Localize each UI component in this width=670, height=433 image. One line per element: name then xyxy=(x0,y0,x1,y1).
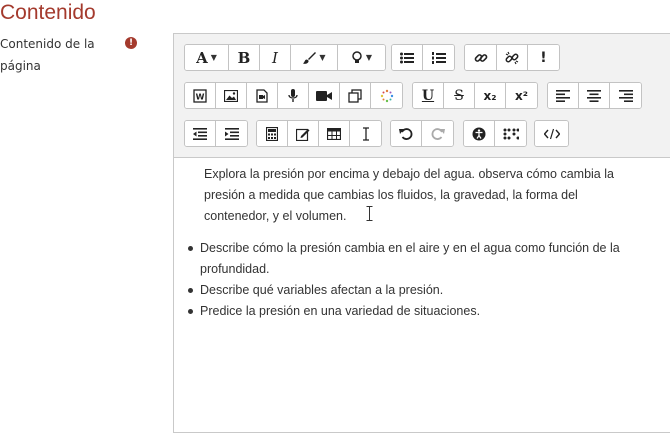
unlink-button[interactable] xyxy=(497,45,528,70)
editor-content-area[interactable]: Explora la presión por encima y debajo d… xyxy=(174,157,670,432)
chevron-down-icon: ▼ xyxy=(210,53,217,62)
toolbar-group-accessibility xyxy=(463,120,527,147)
numbered-list-icon xyxy=(431,51,446,64)
subscript-button[interactable]: x₂ xyxy=(475,83,506,108)
align-center-button[interactable] xyxy=(579,83,610,108)
italic-icon: I xyxy=(272,48,278,67)
record-audio-button[interactable] xyxy=(278,83,309,108)
unordered-list-button[interactable] xyxy=(392,45,423,70)
rich-text-editor: A ▼ B I ▼ ▼ ! W U S x₂ x² Explora la pre… xyxy=(173,33,670,433)
list-item: Describe cómo la presión cambia en el ai… xyxy=(188,238,658,280)
align-left-icon xyxy=(556,89,570,102)
exclamation-icon: ! xyxy=(540,49,547,66)
toolbar-group-history xyxy=(390,120,454,147)
content-bullet-list: Describe cómo la presión cambia en el ai… xyxy=(188,238,658,322)
html-source-button[interactable] xyxy=(535,121,568,146)
align-center-icon xyxy=(587,89,601,102)
align-right-button[interactable] xyxy=(610,83,641,108)
media-button[interactable] xyxy=(247,83,278,108)
edit-rubric-button[interactable] xyxy=(288,121,319,146)
word-import-button[interactable]: W xyxy=(185,83,216,108)
background-color-button[interactable]: ▼ xyxy=(338,45,385,70)
toolbar-group-indent xyxy=(184,120,248,147)
edit-icon xyxy=(296,128,310,141)
calculator-button[interactable] xyxy=(257,121,288,146)
bold-button[interactable]: B xyxy=(229,45,260,70)
outdent-button[interactable] xyxy=(185,121,216,146)
align-right-icon xyxy=(618,89,633,102)
calculator-icon xyxy=(266,126,278,141)
toolbar-group-style: A ▼ B I ▼ ▼ xyxy=(184,44,386,71)
special-character-button[interactable]: ! xyxy=(528,45,559,70)
indent-icon xyxy=(224,127,239,140)
superscript-button[interactable]: x² xyxy=(506,83,537,108)
list-item: Predice la presión en una variedad de si… xyxy=(188,301,658,322)
text-cursor-indicator xyxy=(366,206,373,221)
text-cursor-button[interactable] xyxy=(350,121,381,146)
code-icon xyxy=(543,128,560,139)
chevron-down-icon: ▼ xyxy=(365,53,373,62)
align-left-button[interactable] xyxy=(548,83,579,108)
accessibility-checker-button[interactable] xyxy=(464,121,495,146)
accessibility-icon xyxy=(472,127,486,140)
text-cursor-icon xyxy=(362,126,369,141)
undo-button[interactable] xyxy=(391,121,422,146)
redo-icon xyxy=(431,127,445,140)
sparkle-icon xyxy=(380,89,393,102)
record-video-button[interactable] xyxy=(309,83,340,108)
image-icon xyxy=(224,89,238,102)
screen-reader-helper-button[interactable] xyxy=(495,121,526,146)
content-paragraph: Explora la presión por encima y debajo d… xyxy=(204,167,614,223)
copy-files-icon xyxy=(348,88,362,103)
font-style-button[interactable]: A ▼ xyxy=(185,45,229,70)
list-item: Describe qué variables afectan a la pres… xyxy=(188,280,658,301)
svg-text:W: W xyxy=(196,92,205,101)
subscript-icon: x₂ xyxy=(483,88,497,103)
unlink-icon xyxy=(505,51,519,64)
media-file-icon xyxy=(256,88,268,103)
strikethrough-button[interactable]: S xyxy=(444,83,475,108)
table-icon xyxy=(327,127,341,140)
braille-dots-icon xyxy=(503,128,519,139)
redo-button[interactable] xyxy=(422,121,453,146)
superscript-icon: x² xyxy=(515,88,528,103)
link-icon xyxy=(474,53,487,62)
undo-icon xyxy=(399,127,413,140)
paintbrush-icon xyxy=(303,51,317,64)
underline-icon: U xyxy=(421,87,435,104)
toolbar-group-media: W xyxy=(184,82,403,109)
lightbulb-icon xyxy=(352,50,362,63)
strikethrough-icon: S xyxy=(454,87,464,104)
indent-button[interactable] xyxy=(216,121,247,146)
ordered-list-button[interactable] xyxy=(423,45,454,70)
font-style-icon: A xyxy=(196,48,208,67)
image-button[interactable] xyxy=(216,83,247,108)
equation-sparkle-button[interactable] xyxy=(371,83,402,108)
toolbar-group-text-format: U S x₂ x² xyxy=(412,82,538,109)
chevron-down-icon: ▼ xyxy=(319,53,326,62)
font-color-button[interactable]: ▼ xyxy=(291,45,338,70)
bullet-list-icon xyxy=(400,52,414,63)
microphone-icon xyxy=(288,88,298,102)
outdent-icon xyxy=(193,127,207,140)
table-button[interactable] xyxy=(319,121,350,146)
toolbar-group-lists xyxy=(391,44,455,71)
toolbar-group-insert xyxy=(256,120,382,147)
field-label: Contenido de la página xyxy=(0,37,95,73)
required-icon: ! xyxy=(125,37,137,49)
link-button[interactable] xyxy=(465,45,497,70)
toolbar-group-align xyxy=(547,82,642,109)
bold-icon: B xyxy=(237,48,251,67)
word-document-icon: W xyxy=(193,88,207,103)
italic-button[interactable]: I xyxy=(260,45,291,70)
toolbar-group-links: ! xyxy=(464,44,560,71)
manage-files-button[interactable] xyxy=(340,83,371,108)
toolbar-group-source xyxy=(534,120,569,147)
section-title: Contenido xyxy=(0,1,96,24)
video-camera-icon xyxy=(316,90,332,101)
editor-toolbar: A ▼ B I ▼ ▼ ! W U S x₂ x² xyxy=(174,34,670,158)
underline-button[interactable]: U xyxy=(413,83,444,108)
